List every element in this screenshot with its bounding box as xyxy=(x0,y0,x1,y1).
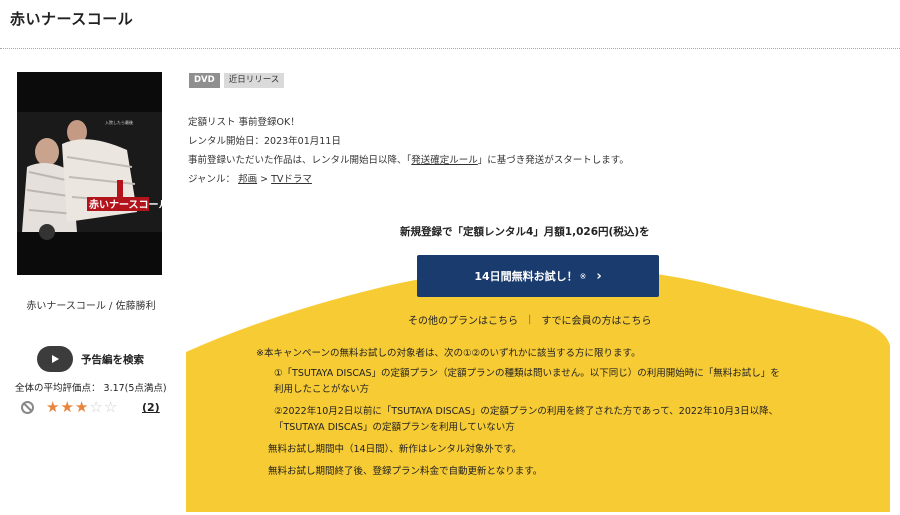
genre-link-tv-drama[interactable]: TVドラマ xyxy=(271,174,312,185)
other-plans-link[interactable]: その他のプランはこちら xyxy=(408,312,518,327)
rental-start-date: レンタル開始日：2023年01月11日 xyxy=(188,136,341,147)
genre-link-houga[interactable]: 邦画 xyxy=(238,174,257,185)
free-trial-button[interactable]: 14日間無料お試し！ ※ › xyxy=(417,255,659,297)
shipping-notice: 事前登録いただいた作品は、レンタル開始日以降、「発送確定ルール」に基づき発送がス… xyxy=(188,155,629,166)
trailer-search-button[interactable]: 予告編を検索 xyxy=(37,346,144,372)
member-login-link[interactable]: すでに会員の方はこちら xyxy=(541,312,651,327)
notes-trial-period: 無料お試し期間中（14日間）、新作はレンタル対象外です。 xyxy=(268,444,522,455)
review-count-link[interactable]: (2) xyxy=(142,401,160,414)
shipping-rule-link[interactable]: 発送確定ルール xyxy=(411,155,478,166)
free-trial-label: 14日間無料お試し！ xyxy=(474,270,578,283)
notes-auto-renew: 無料お試し期間終了後、登録プラン料金で自動更新となります。 xyxy=(268,466,543,477)
campaign-notes: ※本キャンペーンの無料お試しの対象者は、次の①②のいずれかに該当する方に限ります… xyxy=(256,346,780,480)
title-info: 定額リスト 事前登録OK！ レンタル開始日：2023年01月11日 事前登録いた… xyxy=(188,113,629,189)
star-icon: ★ xyxy=(60,398,75,416)
average-rating: 全体の平均評価点： 3.17(5点満点) xyxy=(15,383,167,394)
genre-label: ジャンル： xyxy=(188,174,236,185)
play-icon[interactable] xyxy=(37,346,73,372)
title-divider xyxy=(0,48,900,49)
release-status-badge: 近日リリース xyxy=(223,73,285,88)
trailer-label: 予告編を検索 xyxy=(81,353,144,366)
free-trial-note: ※ xyxy=(579,271,587,281)
chevron-right-icon: › xyxy=(596,268,602,284)
cover-caption: 赤いナースコール / 佐藤勝利 xyxy=(26,301,156,312)
page-title: 赤いナースコール xyxy=(10,10,134,28)
notes-item-1-line-1: ①「TSUTAYA DISCAS」の定額プラン（定額プランの種類は問いません。以… xyxy=(274,368,780,379)
star-empty-icon: ☆ xyxy=(89,398,104,416)
star-icon: ★ xyxy=(74,398,90,416)
notes-item-2-line-1: ②2022年10月2日以前に「TSUTAYA DISCAS」の定額プランの利用を… xyxy=(274,406,779,417)
cover-title-art: 赤いナースコール xyxy=(89,198,162,211)
star-empty-icon: ☆ xyxy=(103,398,119,416)
cover-tagline: 入院したら最後 xyxy=(105,119,133,125)
badges: DVD 近日リリース xyxy=(189,73,285,88)
plan-links: その他のプランはこちら | すでに会員の方はこちら xyxy=(408,312,651,327)
notes-item-1-line-2: 利用したことがない方 xyxy=(274,384,370,395)
link-separator: | xyxy=(528,314,532,325)
star-icon: ★ xyxy=(46,398,61,416)
list-status: 定額リスト 事前登録OK！ xyxy=(188,117,300,128)
format-badge: DVD xyxy=(189,73,220,88)
notes-intro: ※本キャンペーンの無料お試しの対象者は、次の①②のいずれかに該当する方に限ります… xyxy=(256,348,641,359)
notes-item-2-line-2: 「TSUTAYA DISCAS」の定額プランを利用していない方 xyxy=(274,422,515,433)
star-rating: ★★★☆☆ xyxy=(46,398,118,416)
cover-art: 赤いナースコール 入院したら最後 xyxy=(17,72,162,275)
genre: ジャンル： 邦画 > TVドラマ xyxy=(188,170,629,189)
cover-image[interactable]: 赤いナースコール 入院したら最後 xyxy=(17,72,162,275)
ban-icon[interactable] xyxy=(21,401,34,414)
offer-headline: 新規登録で「定額レンタル4」月額1,026円(税込)を xyxy=(400,226,650,238)
genre-separator: > xyxy=(260,174,269,185)
